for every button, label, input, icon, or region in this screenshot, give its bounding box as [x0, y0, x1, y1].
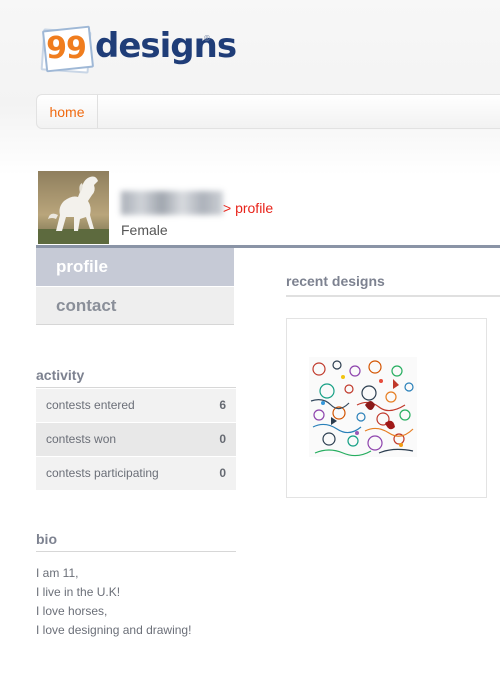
bio-line: I love horses,	[36, 604, 108, 618]
bio-line: I love designing and drawing!	[36, 623, 192, 637]
menu-item-contact[interactable]: contact	[36, 287, 234, 325]
activity-row-contests-won: contests won 0	[36, 423, 236, 456]
activity-row-count: 0	[219, 432, 226, 446]
avatar	[38, 171, 109, 244]
menu-item-profile[interactable]: profile	[36, 248, 234, 286]
bio-heading: bio	[36, 531, 57, 547]
nav-home-link[interactable]: home	[37, 95, 98, 128]
recent-designs-heading: recent designs	[286, 273, 385, 289]
bio-line: I live in the U.K!	[36, 585, 121, 599]
activity-row-count: 6	[219, 398, 226, 412]
activity-row-label: contests won	[46, 432, 117, 446]
horse-photo-icon	[38, 171, 109, 244]
design-thumbnail[interactable]	[309, 357, 417, 457]
main-nav-bar: home	[36, 94, 500, 129]
activity-divider	[36, 387, 236, 388]
profile-breadcrumb-link[interactable]: > profile	[223, 200, 273, 216]
logo-badge-icon: 99	[40, 25, 95, 74]
site-logo[interactable]: 99 designs ®	[40, 24, 237, 74]
recent-designs-divider	[286, 295, 500, 297]
bio-divider	[36, 551, 236, 552]
logo-registered-mark: ®	[203, 34, 211, 43]
activity-heading: activity	[36, 367, 85, 383]
username-blurred	[121, 191, 223, 215]
bio-line: I am 11,	[36, 566, 79, 580]
activity-row-count: 0	[219, 466, 226, 480]
activity-row-contests-participating: contests participating 0	[36, 457, 236, 490]
activity-row-label: contests entered	[46, 398, 135, 412]
gender-label: Female	[121, 222, 168, 238]
doodle-artwork-icon	[309, 357, 417, 457]
activity-row-label: contests participating	[46, 466, 159, 480]
activity-row-contests-entered: contests entered 6	[36, 389, 236, 422]
design-card	[286, 318, 487, 498]
logo-number: 99	[46, 31, 87, 66]
logo-wordmark: designs	[95, 26, 237, 66]
